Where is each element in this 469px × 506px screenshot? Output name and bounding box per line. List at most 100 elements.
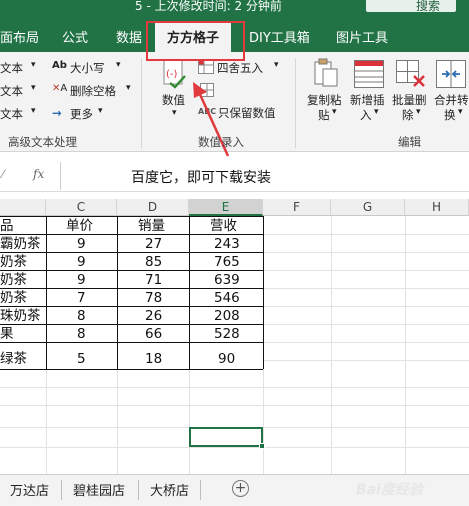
- tab-formulas[interactable]: 公式: [62, 27, 88, 46]
- arrow-right-icon: →: [52, 106, 62, 120]
- cell-price[interactable]: 8: [77, 307, 107, 325]
- column-header-b[interactable]: [0, 199, 46, 216]
- cell-price[interactable]: 7: [77, 289, 107, 307]
- tab-diy-toolbox[interactable]: DIY工具箱: [249, 27, 310, 46]
- grid-line: [263, 342, 469, 343]
- sheet-tab-wanda[interactable]: 万达店: [10, 480, 49, 499]
- text-item-1[interactable]: 文本: [0, 60, 23, 76]
- cell-product[interactable]: 珠奶茶: [0, 307, 46, 325]
- svg-text:(-): (-): [166, 69, 178, 80]
- tab-data[interactable]: 数据: [116, 27, 142, 46]
- formula-content[interactable]: 百度它，即可下载安装: [131, 167, 271, 187]
- copy-paste-button-line2[interactable]: 贴: [318, 107, 330, 123]
- header-product[interactable]: 品: [0, 217, 46, 235]
- grid-line: [263, 306, 469, 307]
- cell-product[interactable]: 绿茶: [0, 350, 46, 368]
- ribbon: 文本 ▾ 文本 ▾ 文本 ▾ Ab 大小写 ▾ ✕A 删除空格 ▾ → 更多 ▾…: [0, 52, 469, 157]
- tab-picture-tools[interactable]: 图片工具: [336, 27, 388, 46]
- column-header-h[interactable]: H: [405, 199, 469, 216]
- grid-line: [263, 288, 469, 289]
- header-revenue[interactable]: 营收: [210, 217, 263, 235]
- column-header-f[interactable]: F: [263, 199, 331, 216]
- formula-bar: ⁄ fx 百度它，即可下载安装: [0, 160, 469, 192]
- grid-line: [0, 405, 469, 406]
- cell-qty[interactable]: 27: [145, 235, 185, 253]
- cell-price[interactable]: 9: [77, 253, 107, 271]
- add-sheet-button[interactable]: +: [232, 480, 249, 497]
- cell-revenue[interactable]: 243: [214, 235, 259, 253]
- numeric-icon: (-): [163, 59, 186, 89]
- case-icon: Ab: [52, 60, 67, 71]
- table-border: [189, 216, 190, 369]
- numeric-button[interactable]: 数值: [162, 92, 185, 108]
- cell-revenue[interactable]: 208: [214, 307, 259, 325]
- batch-delete-button-line2[interactable]: 除: [402, 107, 414, 123]
- cell-product[interactable]: 奶茶: [0, 253, 46, 271]
- active-cell-selection[interactable]: [189, 427, 263, 447]
- cell-revenue[interactable]: 765: [214, 253, 259, 271]
- dropdown-icon: ▾: [98, 106, 103, 116]
- grid-line: [117, 369, 118, 474]
- dropdown-icon: ▾: [116, 60, 121, 70]
- dropdown-icon: ▾: [416, 107, 421, 117]
- dropdown-icon: ▾: [31, 106, 36, 116]
- search-label[interactable]: 搜索: [416, 0, 440, 14]
- search-box[interactable]: [366, 0, 456, 12]
- grid-line: [0, 447, 469, 448]
- column-header-d[interactable]: D: [117, 199, 189, 216]
- text-item-3[interactable]: 文本: [0, 106, 23, 122]
- cell-price[interactable]: 5: [77, 350, 107, 368]
- round-button[interactable]: 四舍五入: [217, 60, 263, 76]
- column-header-e[interactable]: E: [189, 199, 263, 216]
- batch-delete-button[interactable]: 批量删: [392, 92, 427, 108]
- column-header-c[interactable]: C: [46, 199, 117, 216]
- cell-qty[interactable]: 26: [145, 307, 185, 325]
- cell-product[interactable]: 奶茶: [0, 289, 46, 307]
- title-bar: 5 - 上次修改时间: 2 分钟前 搜索: [0, 0, 469, 14]
- column-header-g[interactable]: G: [331, 199, 405, 216]
- cell-price[interactable]: 9: [77, 235, 107, 253]
- round-icon: [198, 60, 214, 74]
- merge-button-line2[interactable]: 换: [444, 107, 456, 123]
- cell-revenue[interactable]: 528: [214, 325, 259, 343]
- dropdown-icon: ▾: [31, 83, 36, 93]
- cell-product[interactable]: 霸奶茶: [0, 235, 46, 253]
- cell-qty[interactable]: 78: [145, 289, 185, 307]
- cell-revenue[interactable]: 546: [214, 289, 259, 307]
- fill-handle[interactable]: [259, 443, 265, 449]
- cell-qty[interactable]: 66: [145, 325, 185, 343]
- dropdown-icon: ▾: [458, 107, 463, 117]
- cell-qty[interactable]: 85: [145, 253, 185, 271]
- dropdown-icon: ▾: [332, 107, 337, 117]
- tab-divider: [138, 480, 139, 500]
- chevron-left-icon[interactable]: ⁄: [2, 167, 4, 181]
- header-price[interactable]: 单价: [66, 217, 117, 235]
- remove-space-button[interactable]: 删除空格: [70, 83, 116, 99]
- cell-revenue[interactable]: 639: [214, 271, 259, 289]
- cell-price[interactable]: 8: [77, 325, 107, 343]
- cell-qty[interactable]: 71: [145, 271, 185, 289]
- grid-line: [263, 324, 469, 325]
- case-button[interactable]: 大小写: [70, 60, 105, 76]
- grid-line: [331, 216, 332, 474]
- text-item-2[interactable]: 文本: [0, 83, 23, 99]
- insert-button[interactable]: 新增插: [350, 92, 385, 108]
- remove-space-icon: ✕A: [52, 83, 68, 94]
- cell-price[interactable]: 9: [77, 271, 107, 289]
- cell-product[interactable]: 果: [0, 325, 46, 343]
- cell-product[interactable]: 奶茶: [0, 271, 46, 289]
- fx-icon[interactable]: fx: [33, 167, 44, 181]
- cell-revenue[interactable]: 90: [218, 350, 259, 368]
- grid-line: [189, 369, 190, 474]
- sheet-tab-daqiao[interactable]: 大桥店: [150, 480, 189, 499]
- watermark-logo: Bai度经验: [356, 482, 423, 498]
- copy-paste-button[interactable]: 复制粘: [307, 92, 342, 108]
- cell-qty[interactable]: 18: [145, 350, 185, 368]
- sheet-tab-biguiyuan[interactable]: 碧桂园店: [73, 480, 125, 499]
- tab-page-layout[interactable]: 面布局: [0, 27, 39, 46]
- insert-button-line2[interactable]: 入: [360, 107, 372, 123]
- more-button[interactable]: 更多: [70, 106, 93, 122]
- group-label-numeric: 数值录入: [198, 135, 244, 149]
- header-qty[interactable]: 销量: [138, 217, 189, 235]
- merge-button[interactable]: 合并转: [434, 92, 469, 108]
